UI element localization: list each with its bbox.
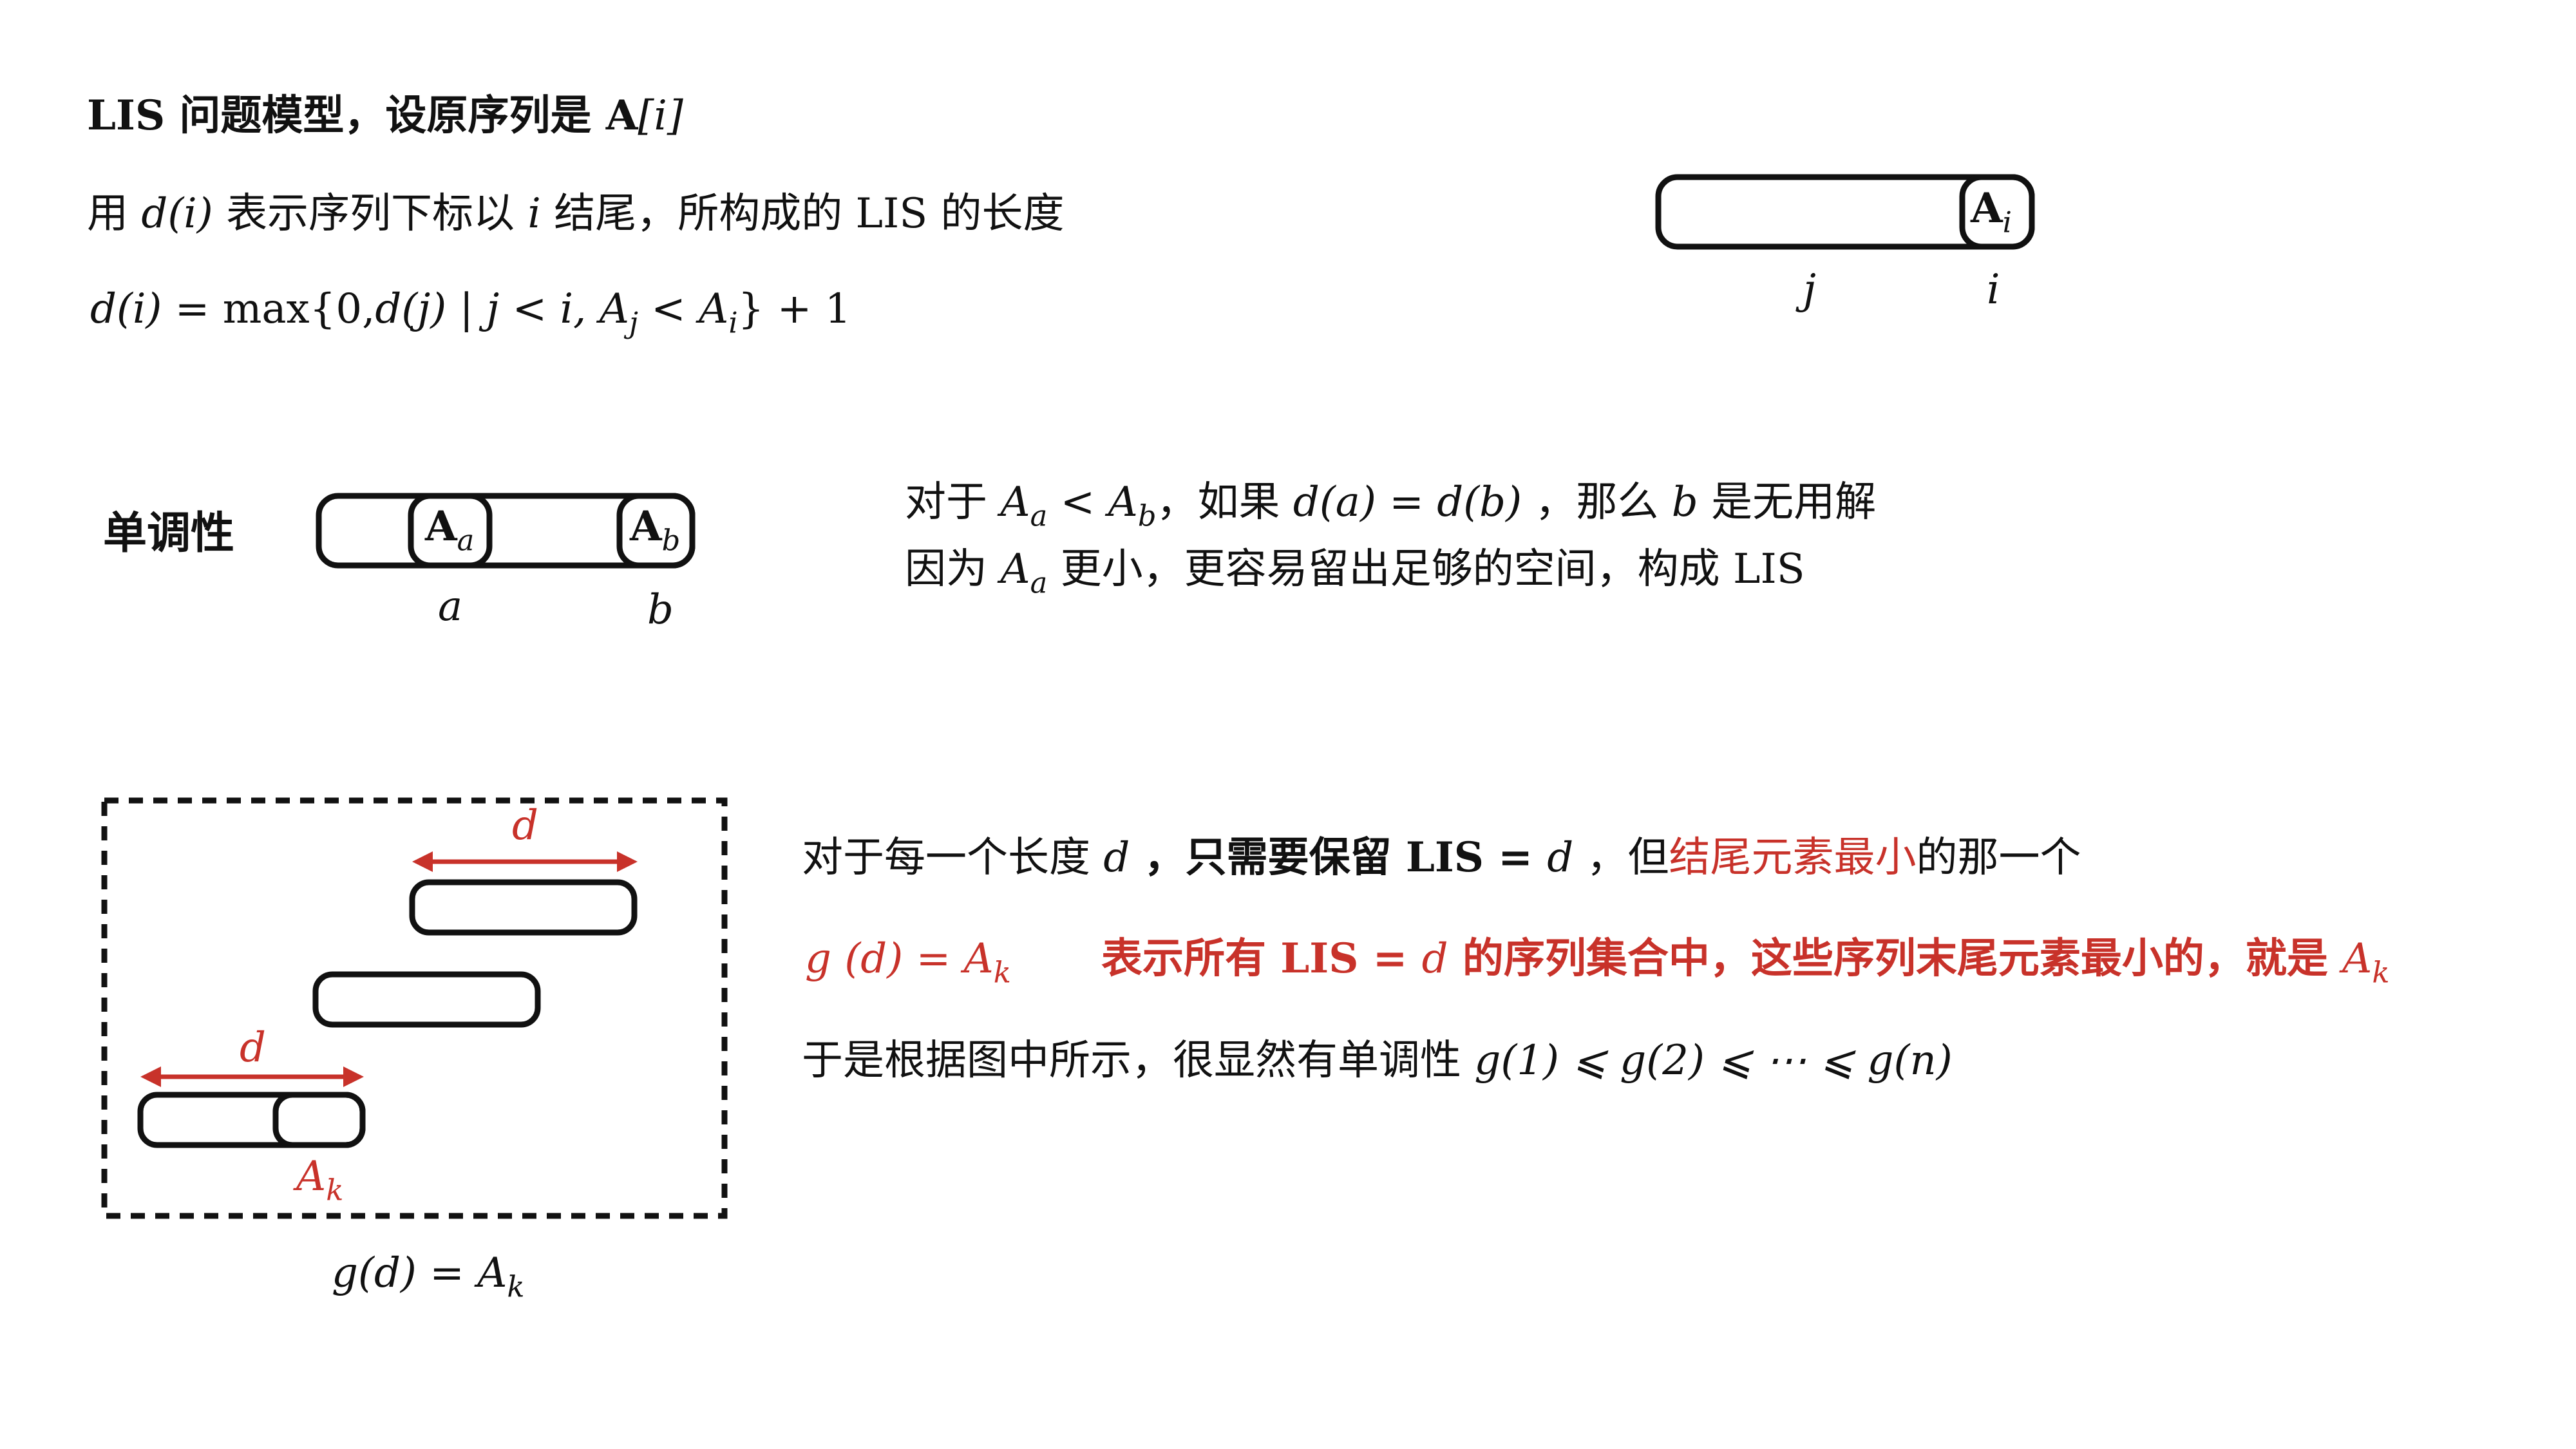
s2l1-Aa: A	[1000, 478, 1030, 526]
ak-label-A: A	[296, 1153, 327, 1200]
s3l2-d: d	[1421, 935, 1448, 983]
s3l2-A: A	[2342, 935, 2372, 983]
frame-caption: g(d) = Ak	[332, 1253, 525, 1302]
s3l2-sub: k	[993, 955, 1011, 990]
section2-line1: 对于 Aa < Ab，如果 d(a) = d(b) ，那么 b 是无用解	[905, 482, 1876, 531]
s3l1-pre: 对于每一个长度	[802, 834, 1104, 882]
s3l1-d2: d	[1547, 834, 1574, 882]
bar-middle	[312, 971, 541, 1028]
s2l2-post: 更小，更容易留出足够的空间，构成 LIS	[1047, 545, 1805, 593]
arrow-top-label: d	[512, 802, 538, 849]
s2l1-Ab: A	[1108, 478, 1138, 526]
s2l1-mid: ，如果	[1156, 478, 1293, 526]
s2l1-sub-b: b	[1137, 498, 1157, 533]
s2l1-b: b	[1671, 478, 1698, 526]
arrow-bottom-label: d	[240, 1024, 266, 1072]
pos-a-label: a	[438, 583, 463, 630]
aa-label-sub: a	[457, 523, 475, 558]
arrow-top-left-head	[412, 851, 433, 872]
s3l1-red: 结尾元素最小	[1669, 834, 1917, 882]
s3l2-sub2: k	[2372, 955, 2390, 990]
s3l3-math: g(1) ⩽ g(2) ⩽ ⋯ ⩽ g(n)	[1474, 1037, 1953, 1084]
ak-label-sub: k	[326, 1173, 344, 1208]
s3l2-text2: 的序列集合中，这些序列末尾元素最小的，就是	[1448, 934, 2343, 983]
ak-cell	[272, 1092, 366, 1148]
s2l2-A: A	[1000, 545, 1030, 593]
s3l2-text: 表示所有 LIS =	[1101, 934, 1422, 983]
ab-label-A: A	[630, 502, 662, 551]
caption-sub: k	[507, 1269, 525, 1304]
s2l1-sep: ，那么	[1522, 478, 1672, 526]
pos-i-label: i	[1987, 266, 2000, 314]
s2l1-equation: d(a) = d(b)	[1293, 478, 1522, 526]
caption-g: g(d) = A	[332, 1249, 507, 1297]
s3l1-mid2: ，但	[1573, 834, 1669, 882]
s3l2-paren: (d) = A	[831, 935, 994, 983]
section2-line2: 因为 Aa 更小，更容易留出足够的空间，构成 LIS	[905, 549, 1805, 598]
ai-cell-label: Ai	[1971, 188, 2012, 237]
ab-cell-label: Ab	[630, 506, 680, 555]
ak-label: Ak	[296, 1156, 343, 1205]
s3l2-g: g	[805, 935, 831, 983]
diagram-canvas	[101, 174, 2035, 1219]
bar-top	[409, 879, 638, 936]
monotonicity-label: 单调性	[103, 508, 235, 559]
arrow-bottom-right-head	[343, 1066, 364, 1087]
aa-cell-label: Aa	[425, 506, 474, 555]
ai-label-A: A	[1971, 184, 2003, 232]
aa-label-A: A	[425, 502, 457, 551]
bar-bottom	[137, 1092, 366, 1148]
section3-line1: 对于每一个长度 d ，只需要保留 LIS = d ，但结尾元素最小的那一个	[802, 837, 2081, 879]
s3l1-post: 的那一个	[1916, 834, 2081, 882]
arrow-bottom-left-head	[140, 1066, 161, 1087]
s3l3-pre: 于是根据图中所示，很显然有单调性	[802, 1037, 1475, 1084]
arrow-top-right-head	[617, 851, 638, 872]
s2l1-sub-a: a	[1030, 498, 1048, 533]
s2l2-sub: a	[1030, 565, 1048, 600]
pos-j-label: j	[1803, 266, 1816, 314]
section3-line3: 于是根据图中所示，很显然有单调性 g(1) ⩽ g(2) ⩽ ⋯ ⩽ g(n)	[802, 1040, 1953, 1081]
s2l2-pre: 因为	[905, 545, 1001, 593]
s3l1-mid: ，只需要保留 LIS =	[1130, 833, 1548, 882]
s2l1-lt: <	[1047, 478, 1108, 526]
section3-line2-desc: 表示所有 LIS = d 的序列集合中，这些序列末尾元素最小的，就是 Ak	[1101, 938, 2390, 987]
s3l1-d: d	[1103, 834, 1130, 882]
section3-line2: g (d) = Ak	[805, 938, 1011, 987]
pos-b-label: b	[647, 586, 674, 634]
ab-label-sub: b	[661, 523, 681, 558]
ai-label-sub: i	[2002, 205, 2012, 240]
s2l1-pre: 对于	[905, 478, 1001, 526]
s2l1-post: 是无用解	[1698, 478, 1877, 526]
